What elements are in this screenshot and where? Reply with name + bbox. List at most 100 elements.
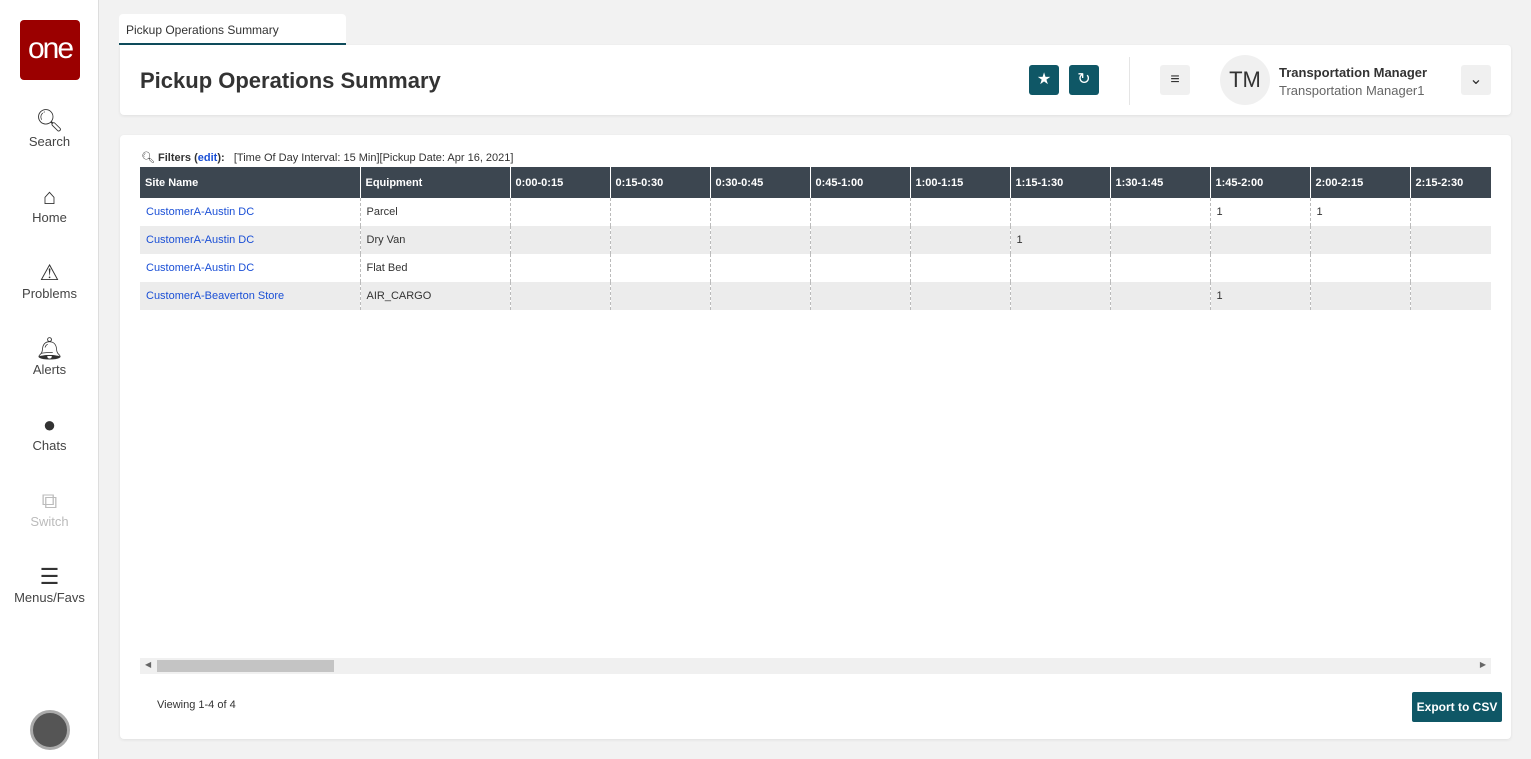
table-cell (509, 282, 610, 310)
column-header[interactable]: 2:00-2:15 (1309, 167, 1410, 198)
column-header[interactable]: 0:45-1:00 (809, 167, 910, 198)
column-header[interactable]: Equipment (359, 167, 510, 198)
app-logo[interactable]: one (20, 20, 80, 80)
search-icon: 🔍︎ (141, 152, 155, 164)
bell-icon: 🔔︎ (35, 336, 64, 361)
nav-chats[interactable]: ● Chats (0, 412, 99, 453)
table-cell (1209, 254, 1310, 282)
assistant-avatar-icon[interactable] (30, 710, 70, 750)
column-header[interactable]: 1:30-1:45 (1109, 167, 1210, 198)
table-cell (609, 254, 710, 282)
filters-edit-link[interactable]: edit (198, 152, 218, 164)
scroll-right-icon[interactable]: ▶ (1480, 660, 1486, 669)
pagination-info: Viewing 1-4 of 4 (157, 699, 236, 711)
filters-label: Filters (158, 152, 192, 164)
filters-value: [Time Of Day Interval: 15 Min][Pickup Da… (233, 152, 514, 164)
table-cell (709, 282, 810, 310)
table-cell: CustomerA-Beaverton Store (140, 282, 360, 310)
table-cell: AIR_CARGO (359, 282, 510, 310)
table-cell (509, 254, 610, 282)
menu-lines-icon: ≡ (1170, 71, 1180, 88)
nav-search[interactable]: 🔍︎ Search (0, 108, 99, 149)
chevron-down-icon: ⌄ (1469, 71, 1483, 88)
table-cell: CustomerA-Austin DC (140, 198, 360, 226)
site-name-link[interactable]: CustomerA-Austin DC (146, 206, 254, 218)
column-header[interactable]: 0:15-0:30 (609, 167, 710, 198)
table-cell (1009, 198, 1110, 226)
favorite-button[interactable]: ★ (1029, 65, 1059, 95)
site-name-link[interactable]: CustomerA-Beaverton Store (146, 290, 284, 302)
tab-pickup-operations-summary[interactable]: Pickup Operations Summary (119, 14, 346, 45)
chat-icon: ● (42, 412, 57, 437)
horizontal-scrollbar[interactable]: ◀ ▶ (140, 658, 1491, 674)
table-cell (909, 198, 1010, 226)
refresh-button[interactable]: ↻ (1069, 65, 1099, 95)
table-cell (609, 282, 710, 310)
search-icon: 🔍︎ (35, 108, 64, 133)
table-row: CustomerA-Austin DC Flat Bed (140, 254, 1491, 282)
table-row: CustomerA-Austin DC Dry Van 1 (140, 226, 1491, 254)
table-cell (1109, 198, 1210, 226)
table-cell (1109, 282, 1210, 310)
switch-icon: ⧉ (41, 488, 58, 513)
table-cell (1409, 226, 1491, 254)
table-cell (709, 198, 810, 226)
table-cell: 1 (1009, 226, 1110, 254)
page-title: Pickup Operations Summary (140, 68, 441, 93)
user-dropdown-button[interactable]: ⌄ (1461, 65, 1491, 95)
nav-home[interactable]: ⌂ Home (0, 184, 99, 225)
table-cell: CustomerA-Austin DC (140, 226, 360, 254)
nav-label: Problems (22, 286, 77, 301)
nav-menus-favs[interactable]: ☰ Menus/Favs (0, 564, 99, 605)
divider (1129, 57, 1130, 105)
menu-icon: ☰ (39, 564, 60, 589)
table-cell (809, 198, 910, 226)
user-avatar[interactable]: TM (1220, 55, 1270, 105)
table-cell (909, 282, 1010, 310)
table-cell: 1 (1209, 282, 1310, 310)
scroll-left-icon[interactable]: ◀ (145, 660, 151, 669)
column-header[interactable]: 1:15-1:30 (1009, 167, 1110, 198)
table-cell (909, 254, 1010, 282)
column-header[interactable]: 0:00-0:15 (509, 167, 610, 198)
table-cell: Dry Van (359, 226, 510, 254)
table-cell (809, 254, 910, 282)
warning-icon: ⚠︎ (39, 260, 60, 285)
user-role: Transportation Manager1 (1279, 83, 1425, 98)
table-cell: Parcel (359, 198, 510, 226)
table-cell (1309, 282, 1410, 310)
page-menu-button[interactable]: ≡ (1160, 65, 1190, 95)
column-header[interactable]: 0:30-0:45 (709, 167, 810, 198)
table-row: CustomerA-Austin DC Parcel 1 1 (140, 198, 1491, 226)
filters-bar: 🔍︎ Filters (edit): [Time Of Day Interval… (141, 152, 514, 164)
page-header: Pickup Operations Summary ★ ↻ ≡ TM Trans… (120, 45, 1511, 115)
table-cell (709, 254, 810, 282)
table-cell (1309, 226, 1410, 254)
nav-label: Switch (30, 514, 69, 529)
site-name-link[interactable]: CustomerA-Austin DC (146, 234, 254, 246)
table-cell: 1 (1309, 198, 1410, 226)
table-cell (609, 198, 710, 226)
table-cell (609, 226, 710, 254)
nav-problems[interactable]: ⚠︎ Problems (0, 260, 99, 301)
column-header[interactable]: 1:00-1:15 (909, 167, 1010, 198)
scrollbar-thumb[interactable] (157, 660, 334, 672)
column-header[interactable]: 1:45-2:00 (1209, 167, 1310, 198)
nav-label: Home (32, 210, 67, 225)
export-csv-button[interactable]: Export to CSV (1412, 692, 1502, 722)
table-cell: CustomerA-Austin DC (140, 254, 360, 282)
pickup-summary-table: Site Name Equipment 0:00-0:15 0:15-0:30 0:30… (140, 167, 1491, 310)
user-name: Transportation Manager (1279, 65, 1428, 80)
nav-label: Alerts (32, 362, 67, 377)
table-cell: Flat Bed (359, 254, 510, 282)
nav-label: Chats (32, 438, 67, 453)
site-name-link[interactable]: CustomerA-Austin DC (146, 262, 254, 274)
column-header[interactable]: 2:15-2:30 (1409, 167, 1491, 198)
column-header[interactable]: Site Name (140, 167, 360, 198)
star-icon: ★ (1036, 71, 1052, 88)
table-cell (509, 226, 610, 254)
table-row: CustomerA-Beaverton Store AIR_CARGO 1 (140, 282, 1491, 310)
nav-alerts[interactable]: 🔔︎ Alerts (0, 336, 99, 377)
table-cell (809, 226, 910, 254)
table-cell (1009, 254, 1110, 282)
